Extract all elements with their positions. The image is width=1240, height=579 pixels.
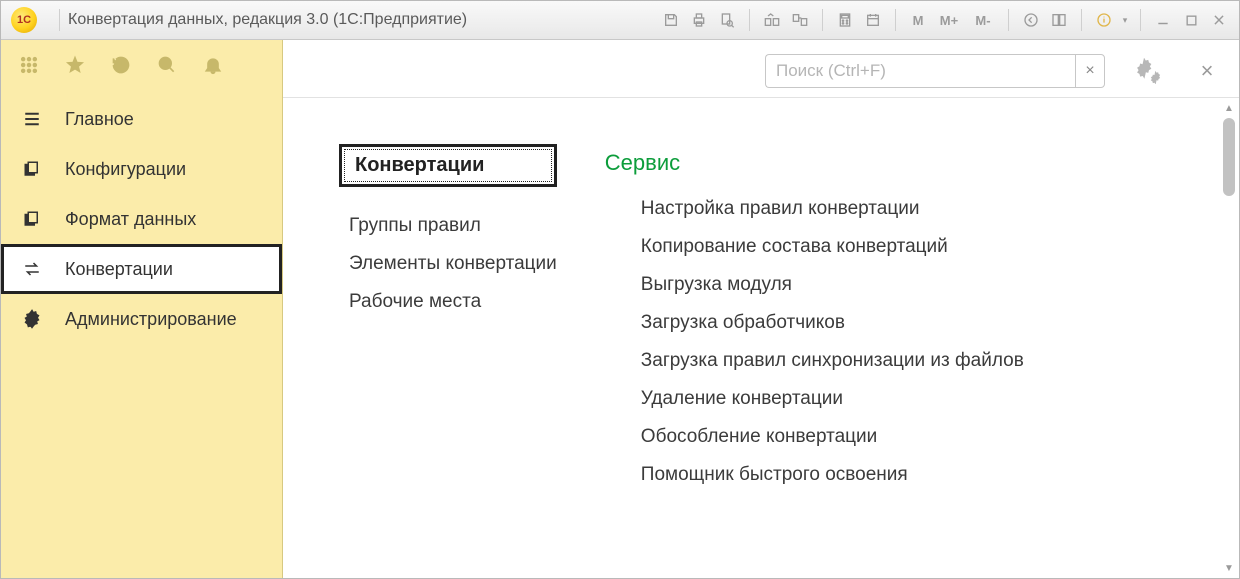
close-window-button[interactable]: [1206, 8, 1232, 32]
link-delete-conversion[interactable]: Удаление конвертации: [641, 388, 1024, 410]
main-topbar: × ×: [283, 40, 1239, 98]
separator: [59, 9, 60, 31]
documents-icon: [21, 210, 43, 228]
print-icon[interactable]: [686, 8, 712, 32]
link-conversion-elements[interactable]: Элементы конвертации: [349, 253, 557, 275]
swap-arrows-icon: [21, 260, 43, 278]
sidebar-item-label: Конвертации: [65, 259, 173, 280]
bell-icon[interactable]: [203, 55, 223, 75]
menu-grid-icon[interactable]: [19, 55, 39, 75]
sidebar-item-main[interactable]: Главное: [1, 94, 282, 144]
separator: [1140, 9, 1141, 31]
scroll-down-icon[interactable]: ▼: [1223, 562, 1235, 574]
back-icon[interactable]: [1018, 8, 1044, 32]
link-export-module[interactable]: Выгрузка модуля: [641, 274, 1024, 296]
close-section-button[interactable]: ×: [1195, 59, 1219, 83]
separator: [749, 9, 750, 31]
heading-conversions: Конвертации: [344, 149, 552, 182]
main-panel: × ×: [283, 40, 1239, 578]
links-icon[interactable]: [787, 8, 813, 32]
link-configure-rules[interactable]: Настройка правил конвертации: [641, 198, 1024, 220]
sidebar-item-label: Конфигурации: [65, 159, 186, 180]
sidebar-item-administration[interactable]: Администрирование: [1, 294, 282, 344]
memory-m-button[interactable]: M: [905, 8, 931, 32]
link-copy-composition[interactable]: Копирование состава конвертаций: [641, 236, 1024, 258]
separator: [1081, 9, 1082, 31]
search-box: ×: [765, 54, 1105, 88]
info-dropdown-icon[interactable]: ▾: [1119, 8, 1131, 32]
memory-m-plus-button[interactable]: M+: [933, 8, 965, 32]
save-icon[interactable]: [658, 8, 684, 32]
sidebar-item-label: Формат данных: [65, 209, 196, 230]
heading-service: Сервис: [605, 144, 1024, 176]
panels-icon[interactable]: [1046, 8, 1072, 32]
settings-gear-icon[interactable]: [1129, 53, 1165, 89]
sidebar-item-data-format[interactable]: Формат данных: [1, 194, 282, 244]
separator: [895, 9, 896, 31]
separator: [1008, 9, 1009, 31]
link-load-sync-rules[interactable]: Загрузка правил синхронизации из файлов: [641, 350, 1024, 372]
minimize-button[interactable]: [1150, 8, 1176, 32]
sidebar: Главное Конфигурации Формат данных: [1, 40, 283, 578]
separator: [822, 9, 823, 31]
link-rule-groups[interactable]: Группы правил: [349, 215, 557, 237]
sidebar-item-configurations[interactable]: Конфигурации: [1, 144, 282, 194]
calendar-icon[interactable]: [860, 8, 886, 32]
compare-icon[interactable]: [759, 8, 785, 32]
gear-icon: [21, 309, 43, 329]
link-workplaces[interactable]: Рабочие места: [349, 291, 557, 313]
column-conversions: Конвертации Группы правил Элементы конве…: [339, 144, 557, 502]
search-clear-button[interactable]: ×: [1075, 54, 1105, 88]
history-icon[interactable]: [111, 55, 131, 75]
info-icon[interactable]: [1091, 8, 1117, 32]
stack-icon: [21, 160, 43, 178]
scrollbar-thumb[interactable]: [1223, 118, 1235, 196]
content-area: Конвертации Группы правил Элементы конве…: [283, 98, 1239, 578]
titlebar: 1C Конвертация данных, редакция 3.0 (1С:…: [1, 1, 1239, 40]
calculator-icon[interactable]: [832, 8, 858, 32]
scroll-up-icon[interactable]: ▲: [1223, 102, 1235, 114]
app-logo-icon: 1C: [11, 7, 37, 33]
link-isolate-conversion[interactable]: Обособление конвертации: [641, 426, 1024, 448]
search-sidebar-icon[interactable]: [157, 55, 177, 75]
app-logo-text: 1C: [17, 14, 31, 26]
sidebar-item-conversions[interactable]: Конвертации: [1, 244, 282, 294]
link-load-handlers[interactable]: Загрузка обработчиков: [641, 312, 1024, 334]
star-icon[interactable]: [65, 55, 85, 75]
content-columns: Конвертации Группы правил Элементы конве…: [339, 144, 1211, 502]
link-quick-start[interactable]: Помощник быстрого освоения: [641, 464, 1024, 486]
window-title: Конвертация данных, редакция 3.0 (1С:Пре…: [68, 11, 467, 29]
memory-m-minus-button[interactable]: M-: [967, 8, 999, 32]
sidebar-nav: Главное Конфигурации Формат данных: [1, 94, 282, 344]
list-icon: [21, 110, 43, 128]
column-service: Сервис Настройка правил конвертации Копи…: [605, 144, 1024, 502]
heading-framed[interactable]: Конвертации: [339, 144, 557, 187]
maximize-button[interactable]: [1178, 8, 1204, 32]
preview-icon[interactable]: [714, 8, 740, 32]
sidebar-item-label: Главное: [65, 109, 134, 130]
body-area: Главное Конфигурации Формат данных: [1, 40, 1239, 578]
sidebar-item-label: Администрирование: [65, 309, 237, 330]
search-input[interactable]: [765, 54, 1075, 88]
app-window: 1C Конвертация данных, редакция 3.0 (1С:…: [0, 0, 1240, 579]
sidebar-top-toolbar: [1, 40, 282, 90]
